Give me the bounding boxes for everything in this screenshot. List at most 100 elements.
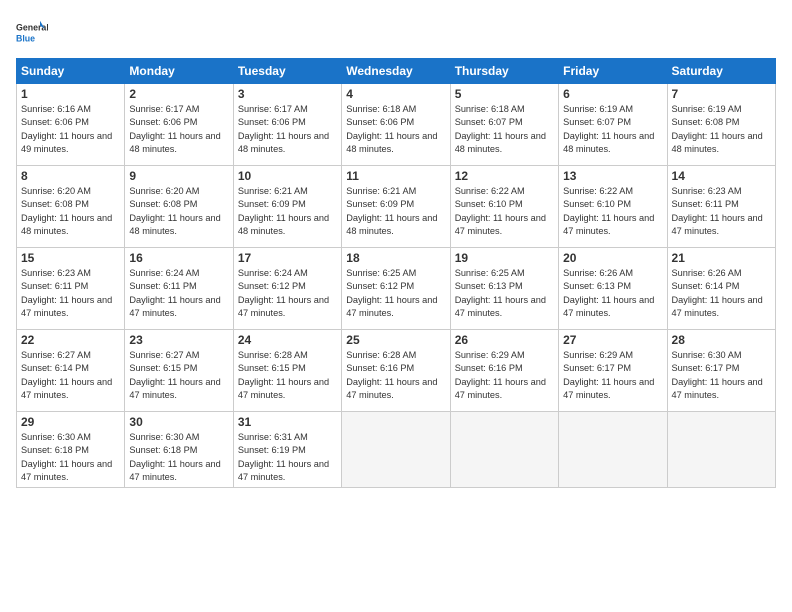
calendar-cell: 12 Sunrise: 6:22 AM Sunset: 6:10 PM Dayli… bbox=[450, 166, 558, 248]
calendar-cell: 30 Sunrise: 6:30 AM Sunset: 6:18 PM Dayli… bbox=[125, 412, 233, 488]
calendar-cell: 21 Sunrise: 6:26 AM Sunset: 6:14 PM Dayli… bbox=[667, 248, 775, 330]
calendar-cell: 29 Sunrise: 6:30 AM Sunset: 6:18 PM Dayli… bbox=[17, 412, 125, 488]
calendar-cell: 23 Sunrise: 6:27 AM Sunset: 6:15 PM Dayli… bbox=[125, 330, 233, 412]
day-info: Sunrise: 6:16 AM Sunset: 6:06 PM Dayligh… bbox=[21, 103, 120, 156]
day-info: Sunrise: 6:23 AM Sunset: 6:11 PM Dayligh… bbox=[672, 185, 771, 238]
day-number: 13 bbox=[563, 169, 662, 183]
calendar-cell: 24Sunrise: 6:28 AM Sunset: 6:15 PM Dayli… bbox=[233, 330, 341, 412]
header-day-monday: Monday bbox=[125, 59, 233, 84]
day-number: 19 bbox=[455, 251, 554, 265]
day-number: 4 bbox=[346, 87, 445, 101]
day-number: 2 bbox=[129, 87, 228, 101]
calendar-cell: 27 Sunrise: 6:29 AM Sunset: 6:17 PM Dayli… bbox=[559, 330, 667, 412]
day-number: 26 bbox=[455, 333, 554, 347]
day-number: 15 bbox=[21, 251, 120, 265]
calendar-cell bbox=[450, 412, 558, 488]
day-number: 3 bbox=[238, 87, 337, 101]
day-info: Sunrise: 6:25 AM Sunset: 6:12 PM Dayligh… bbox=[346, 267, 445, 320]
calendar-cell: 19 Sunrise: 6:25 AM Sunset: 6:13 PM Dayli… bbox=[450, 248, 558, 330]
day-number: 31 bbox=[238, 415, 337, 429]
header-day-saturday: Saturday bbox=[667, 59, 775, 84]
day-info: Sunrise: 6:30 AM Sunset: 6:17 PM Dayligh… bbox=[672, 349, 771, 402]
day-info: Sunrise: 6:25 AM Sunset: 6:13 PM Dayligh… bbox=[455, 267, 554, 320]
day-info: Sunrise: 6:24 AM Sunset: 6:11 PM Dayligh… bbox=[129, 267, 228, 320]
day-number: 14 bbox=[672, 169, 771, 183]
week-row-1: 1 Sunrise: 6:16 AM Sunset: 6:06 PM Daylig… bbox=[17, 84, 776, 166]
day-info: Sunrise: 6:27 AM Sunset: 6:14 PM Dayligh… bbox=[21, 349, 120, 402]
day-number: 22 bbox=[21, 333, 120, 347]
page: General Blue SundayMondayTuesdayWednesda… bbox=[0, 0, 792, 612]
calendar-cell bbox=[559, 412, 667, 488]
calendar-cell bbox=[342, 412, 450, 488]
logo: General Blue bbox=[16, 16, 48, 48]
day-number: 11 bbox=[346, 169, 445, 183]
day-info: Sunrise: 6:17 AM Sunset: 6:06 PM Dayligh… bbox=[129, 103, 228, 156]
svg-text:Blue: Blue bbox=[16, 34, 35, 44]
week-row-2: 8 Sunrise: 6:20 AM Sunset: 6:08 PM Daylig… bbox=[17, 166, 776, 248]
day-info: Sunrise: 6:21 AM Sunset: 6:09 PM Dayligh… bbox=[346, 185, 445, 238]
day-info: Sunrise: 6:24 AM Sunset: 6:12 PM Dayligh… bbox=[238, 267, 337, 320]
day-info: Sunrise: 6:19 AM Sunset: 6:07 PM Dayligh… bbox=[563, 103, 662, 156]
day-number: 20 bbox=[563, 251, 662, 265]
day-info: Sunrise: 6:19 AM Sunset: 6:08 PM Dayligh… bbox=[672, 103, 771, 156]
calendar-cell: 9 Sunrise: 6:20 AM Sunset: 6:08 PM Daylig… bbox=[125, 166, 233, 248]
header-day-sunday: Sunday bbox=[17, 59, 125, 84]
day-number: 17 bbox=[238, 251, 337, 265]
calendar-cell: 28 Sunrise: 6:30 AM Sunset: 6:17 PM Dayli… bbox=[667, 330, 775, 412]
day-number: 23 bbox=[129, 333, 228, 347]
day-info: Sunrise: 6:17 AM Sunset: 6:06 PM Dayligh… bbox=[238, 103, 337, 156]
day-number: 7 bbox=[672, 87, 771, 101]
day-info: Sunrise: 6:31 AM Sunset: 6:19 PM Dayligh… bbox=[238, 431, 337, 484]
calendar-cell bbox=[667, 412, 775, 488]
day-number: 10 bbox=[238, 169, 337, 183]
day-number: 27 bbox=[563, 333, 662, 347]
day-info: Sunrise: 6:30 AM Sunset: 6:18 PM Dayligh… bbox=[129, 431, 228, 484]
day-number: 21 bbox=[672, 251, 771, 265]
day-info: Sunrise: 6:18 AM Sunset: 6:07 PM Dayligh… bbox=[455, 103, 554, 156]
calendar-cell: 18 Sunrise: 6:25 AM Sunset: 6:12 PM Dayli… bbox=[342, 248, 450, 330]
week-row-5: 29 Sunrise: 6:30 AM Sunset: 6:18 PM Dayli… bbox=[17, 412, 776, 488]
day-info: Sunrise: 6:22 AM Sunset: 6:10 PM Dayligh… bbox=[455, 185, 554, 238]
calendar-cell: 15Sunrise: 6:23 AM Sunset: 6:11 PM Dayli… bbox=[17, 248, 125, 330]
day-number: 1 bbox=[21, 87, 120, 101]
day-number: 9 bbox=[129, 169, 228, 183]
header: General Blue bbox=[16, 16, 776, 48]
calendar-cell: 6 Sunrise: 6:19 AM Sunset: 6:07 PM Daylig… bbox=[559, 84, 667, 166]
day-number: 8 bbox=[21, 169, 120, 183]
day-info: Sunrise: 6:28 AM Sunset: 6:16 PM Dayligh… bbox=[346, 349, 445, 402]
calendar: SundayMondayTuesdayWednesdayThursdayFrid… bbox=[16, 58, 776, 488]
day-info: Sunrise: 6:30 AM Sunset: 6:18 PM Dayligh… bbox=[21, 431, 120, 484]
day-info: Sunrise: 6:22 AM Sunset: 6:10 PM Dayligh… bbox=[563, 185, 662, 238]
calendar-cell: 26 Sunrise: 6:29 AM Sunset: 6:16 PM Dayli… bbox=[450, 330, 558, 412]
calendar-cell: 2 Sunrise: 6:17 AM Sunset: 6:06 PM Daylig… bbox=[125, 84, 233, 166]
day-number: 16 bbox=[129, 251, 228, 265]
day-info: Sunrise: 6:27 AM Sunset: 6:15 PM Dayligh… bbox=[129, 349, 228, 402]
day-number: 24 bbox=[238, 333, 337, 347]
day-info: Sunrise: 6:29 AM Sunset: 6:16 PM Dayligh… bbox=[455, 349, 554, 402]
calendar-cell: 10 Sunrise: 6:21 AM Sunset: 6:09 PM Dayli… bbox=[233, 166, 341, 248]
day-number: 28 bbox=[672, 333, 771, 347]
calendar-cell: 5 Sunrise: 6:18 AM Sunset: 6:07 PM Daylig… bbox=[450, 84, 558, 166]
day-number: 29 bbox=[21, 415, 120, 429]
calendar-cell: 1 Sunrise: 6:16 AM Sunset: 6:06 PM Daylig… bbox=[17, 84, 125, 166]
day-number: 30 bbox=[129, 415, 228, 429]
calendar-cell: 8Sunrise: 6:20 AM Sunset: 6:08 PM Daylig… bbox=[17, 166, 125, 248]
day-number: 6 bbox=[563, 87, 662, 101]
header-row: SundayMondayTuesdayWednesdayThursdayFrid… bbox=[17, 59, 776, 84]
header-day-tuesday: Tuesday bbox=[233, 59, 341, 84]
day-info: Sunrise: 6:18 AM Sunset: 6:06 PM Dayligh… bbox=[346, 103, 445, 156]
day-number: 12 bbox=[455, 169, 554, 183]
calendar-cell: 25Sunrise: 6:28 AM Sunset: 6:16 PM Dayli… bbox=[342, 330, 450, 412]
calendar-cell: 20Sunrise: 6:26 AM Sunset: 6:13 PM Dayli… bbox=[559, 248, 667, 330]
day-number: 5 bbox=[455, 87, 554, 101]
week-row-3: 15Sunrise: 6:23 AM Sunset: 6:11 PM Dayli… bbox=[17, 248, 776, 330]
day-info: Sunrise: 6:26 AM Sunset: 6:14 PM Dayligh… bbox=[672, 267, 771, 320]
day-info: Sunrise: 6:20 AM Sunset: 6:08 PM Dayligh… bbox=[129, 185, 228, 238]
day-number: 18 bbox=[346, 251, 445, 265]
calendar-cell: 13 Sunrise: 6:22 AM Sunset: 6:10 PM Dayli… bbox=[559, 166, 667, 248]
calendar-cell: 17 Sunrise: 6:24 AM Sunset: 6:12 PM Dayli… bbox=[233, 248, 341, 330]
day-info: Sunrise: 6:21 AM Sunset: 6:09 PM Dayligh… bbox=[238, 185, 337, 238]
day-info: Sunrise: 6:29 AM Sunset: 6:17 PM Dayligh… bbox=[563, 349, 662, 402]
header-day-friday: Friday bbox=[559, 59, 667, 84]
logo-icon: General Blue bbox=[16, 16, 48, 48]
